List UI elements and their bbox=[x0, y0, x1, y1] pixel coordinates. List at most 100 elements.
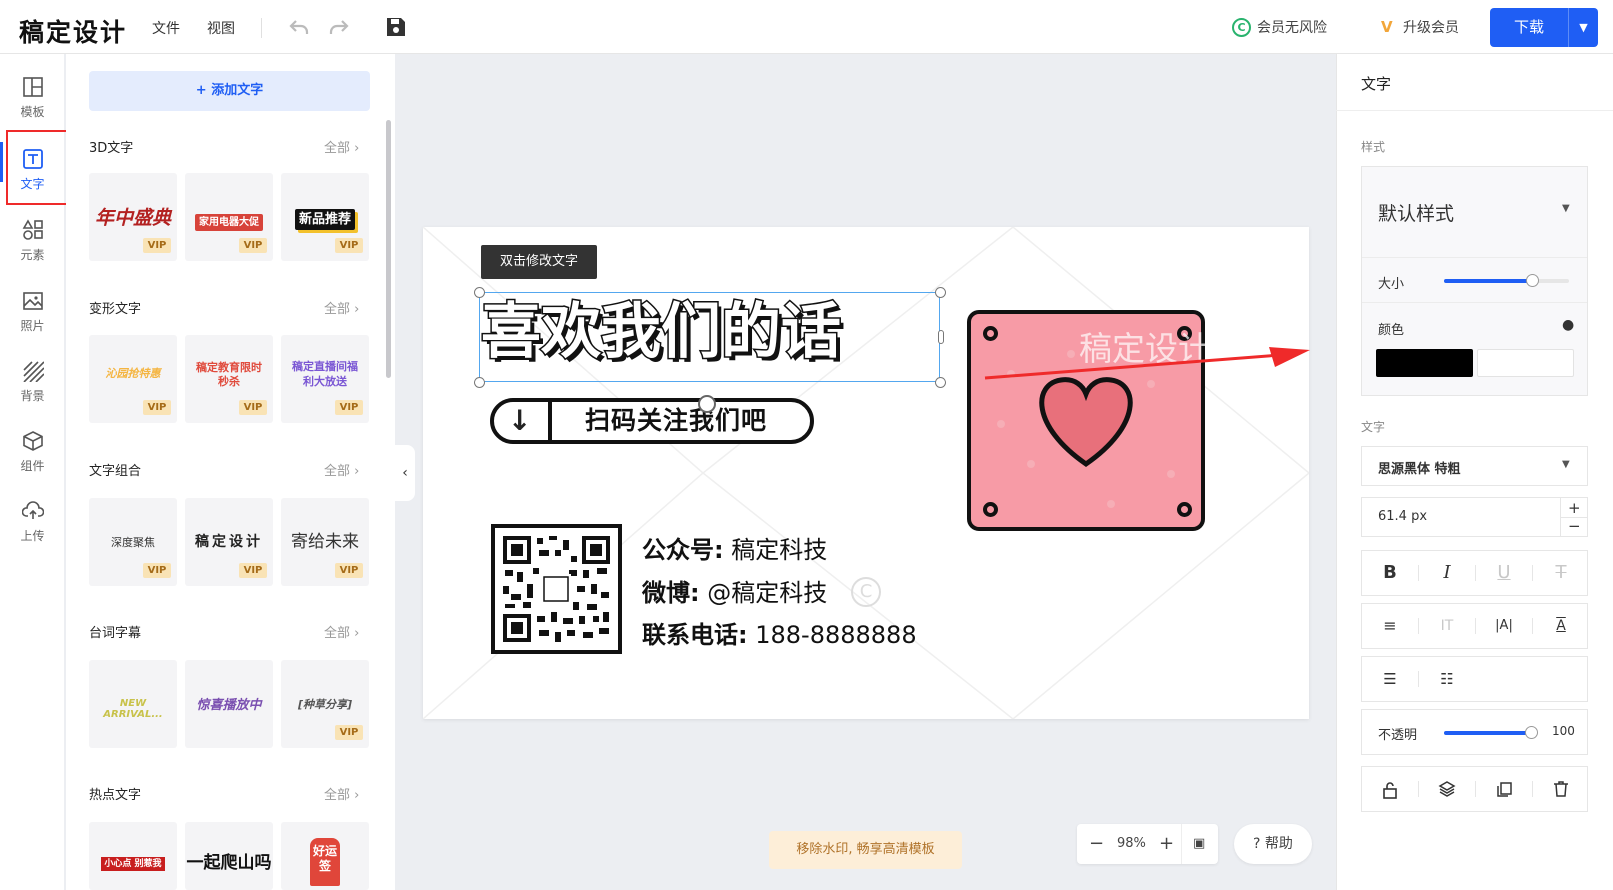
zoom-out-icon[interactable]: − bbox=[1089, 824, 1104, 864]
underline-icon[interactable]: U bbox=[1476, 551, 1532, 595]
risk-free-link[interactable]: C 会员无风险 bbox=[1232, 17, 1327, 37]
nav-label: 元素 bbox=[20, 248, 45, 262]
duplicate-icon[interactable] bbox=[1476, 767, 1532, 811]
color-swatch-empty[interactable] bbox=[1477, 349, 1574, 377]
bullet-list-icon[interactable]: ☰ bbox=[1362, 657, 1418, 701]
save-icon[interactable] bbox=[385, 16, 407, 38]
fit-screen-icon[interactable]: ▣ bbox=[1193, 824, 1205, 864]
text-template-thumb[interactable]: 惊喜播放中 bbox=[185, 660, 273, 748]
menu-file[interactable]: 文件 bbox=[152, 18, 180, 38]
resize-handle[interactable] bbox=[938, 330, 944, 344]
numbered-list-icon[interactable]: ☷ bbox=[1419, 657, 1475, 701]
opacity-slider[interactable] bbox=[1444, 726, 1538, 739]
thumb-text: 深度聚焦 bbox=[111, 536, 155, 549]
decrease-icon[interactable]: − bbox=[1568, 517, 1581, 535]
style-card-divider bbox=[1362, 257, 1587, 258]
text-template-thumb[interactable]: 稿定教育限时秒杀 VIP bbox=[185, 335, 273, 423]
style-card-divider bbox=[1362, 302, 1587, 303]
resize-handle[interactable] bbox=[474, 287, 485, 298]
layers-icon[interactable] bbox=[1419, 767, 1475, 811]
font-size-value[interactable]: 61.4 px bbox=[1378, 509, 1427, 524]
color-swatch-black[interactable] bbox=[1376, 349, 1473, 377]
nav-item-photo[interactable]: 照片 bbox=[0, 290, 65, 334]
letter-spacing-icon[interactable]: |A| bbox=[1476, 604, 1532, 648]
text-template-thumb[interactable]: 家用电器大促 VIP bbox=[185, 173, 273, 261]
thumb-text: 稿定教育限时秒杀 bbox=[196, 361, 262, 388]
text-template-thumb[interactable]: 一起爬山吗 bbox=[185, 822, 273, 890]
section-all-link[interactable]: 全部 › bbox=[324, 784, 359, 803]
nav-item-elements[interactable]: 元素 bbox=[0, 219, 65, 263]
section-all-link[interactable]: 全部 › bbox=[324, 137, 359, 156]
chevron-down-icon[interactable]: ▼ bbox=[1562, 203, 1570, 214]
zoom-in-icon[interactable]: + bbox=[1159, 824, 1174, 864]
lock-icon[interactable] bbox=[1362, 767, 1418, 811]
info-line-phone[interactable]: 联系电话: 188-8888888 bbox=[642, 620, 917, 650]
help-button[interactable]: ? 帮助 bbox=[1234, 824, 1312, 864]
text-template-thumb[interactable]: 年中盛典 VIP bbox=[89, 173, 177, 261]
section-title: 变形文字 bbox=[89, 302, 142, 317]
info-key: 公众号: bbox=[642, 536, 724, 564]
text-template-thumb[interactable]: 深度聚焦 VIP bbox=[89, 498, 177, 586]
collapse-panel-button[interactable]: ‹ bbox=[395, 445, 415, 501]
font-size-stepper[interactable]: 61.4 px + − bbox=[1361, 497, 1588, 537]
redo-icon[interactable] bbox=[328, 16, 350, 38]
download-dropdown-icon[interactable]: ▼ bbox=[1569, 8, 1598, 47]
all-label: 全部 bbox=[324, 464, 351, 479]
opacity-value[interactable]: 100 bbox=[1552, 724, 1575, 738]
size-slider-knob[interactable] bbox=[1525, 274, 1539, 287]
text-template-thumb[interactable]: 寄给未来 VIP bbox=[281, 498, 369, 586]
nav-item-component[interactable]: 组件 bbox=[0, 430, 65, 474]
chevron-left-icon: ‹ bbox=[402, 465, 408, 481]
app-logo[interactable]: 稿定设计 bbox=[19, 13, 127, 49]
rotate-handle-icon[interactable] bbox=[698, 395, 716, 413]
resize-handle[interactable] bbox=[474, 377, 485, 388]
bold-icon[interactable]: B bbox=[1362, 551, 1418, 595]
text-template-thumb[interactable]: 好运签 bbox=[281, 822, 369, 890]
align-left-icon[interactable]: ≡ bbox=[1362, 604, 1418, 648]
line-height-icon[interactable]: IT bbox=[1419, 604, 1475, 648]
text-template-thumb[interactable]: 稿定直播间福利大放送 VIP bbox=[281, 335, 369, 423]
nav-label: 上传 bbox=[20, 529, 45, 543]
italic-icon[interactable]: I bbox=[1419, 551, 1475, 595]
font-select[interactable]: 思源黑体 特粗 ▼ bbox=[1361, 446, 1588, 486]
section-all-link[interactable]: 全部 › bbox=[324, 622, 359, 641]
section-all-link[interactable]: 全部 › bbox=[324, 460, 359, 479]
panel-scrollbar[interactable] bbox=[386, 120, 391, 378]
qr-code[interactable] bbox=[491, 524, 622, 654]
nav-item-template[interactable]: 模板 bbox=[0, 76, 65, 120]
text-template-thumb[interactable]: 沁园抢特惠 VIP bbox=[89, 335, 177, 423]
info-line-weibo[interactable]: 微博: @稿定科技 bbox=[642, 578, 827, 608]
add-text-button[interactable]: + 添加文字 bbox=[89, 71, 370, 111]
zoom-control: − 98% + ▣ bbox=[1077, 824, 1218, 864]
remove-watermark-button[interactable]: 移除水印, 畅享高清模板 bbox=[769, 831, 962, 869]
trash-icon[interactable] bbox=[1533, 767, 1589, 811]
section-title: 热点文字 bbox=[89, 788, 142, 803]
info-key: 联系电话: bbox=[642, 621, 748, 649]
strikethrough-icon[interactable]: T bbox=[1533, 551, 1589, 595]
text-template-thumb[interactable]: NEW ARRIVAL... bbox=[89, 660, 177, 748]
pill-divider bbox=[548, 398, 552, 444]
info-line-wechat[interactable]: 公众号: 稿定科技 bbox=[642, 535, 827, 565]
vertical-align-icon[interactable]: A bbox=[1533, 604, 1589, 648]
section-all-link[interactable]: 全部 › bbox=[324, 298, 359, 317]
resize-handle[interactable] bbox=[935, 377, 946, 388]
opacity-slider-knob[interactable] bbox=[1525, 726, 1538, 739]
text-template-thumb[interactable]: 新品推荐 VIP bbox=[281, 173, 369, 261]
text-template-thumb[interactable]: 稿定设计 VIP bbox=[185, 498, 273, 586]
text-template-thumb[interactable]: 小心点 别惹我 bbox=[89, 822, 177, 890]
download-button[interactable]: 下载 bbox=[1490, 8, 1568, 47]
nav-item-background[interactable]: 背景 bbox=[0, 360, 65, 404]
section-title: 文字组合 bbox=[89, 464, 142, 479]
text-template-thumb[interactable]: [种草分享] VIP bbox=[281, 660, 369, 748]
menu-view[interactable]: 视图 bbox=[207, 18, 235, 38]
resize-handle[interactable] bbox=[935, 287, 946, 298]
increase-icon[interactable]: + bbox=[1568, 499, 1581, 517]
undo-icon[interactable] bbox=[288, 16, 310, 38]
palette-icon[interactable]: ● bbox=[1562, 317, 1574, 333]
nav-item-text[interactable]: 文字 bbox=[0, 148, 65, 192]
vip-badge: VIP bbox=[335, 725, 363, 740]
style-select-value[interactable]: 默认样式 bbox=[1378, 199, 1454, 226]
upgrade-link[interactable]: V 升级会员 bbox=[1381, 17, 1459, 37]
size-slider[interactable] bbox=[1444, 274, 1569, 287]
nav-item-upload[interactable]: 上传 bbox=[0, 500, 65, 544]
